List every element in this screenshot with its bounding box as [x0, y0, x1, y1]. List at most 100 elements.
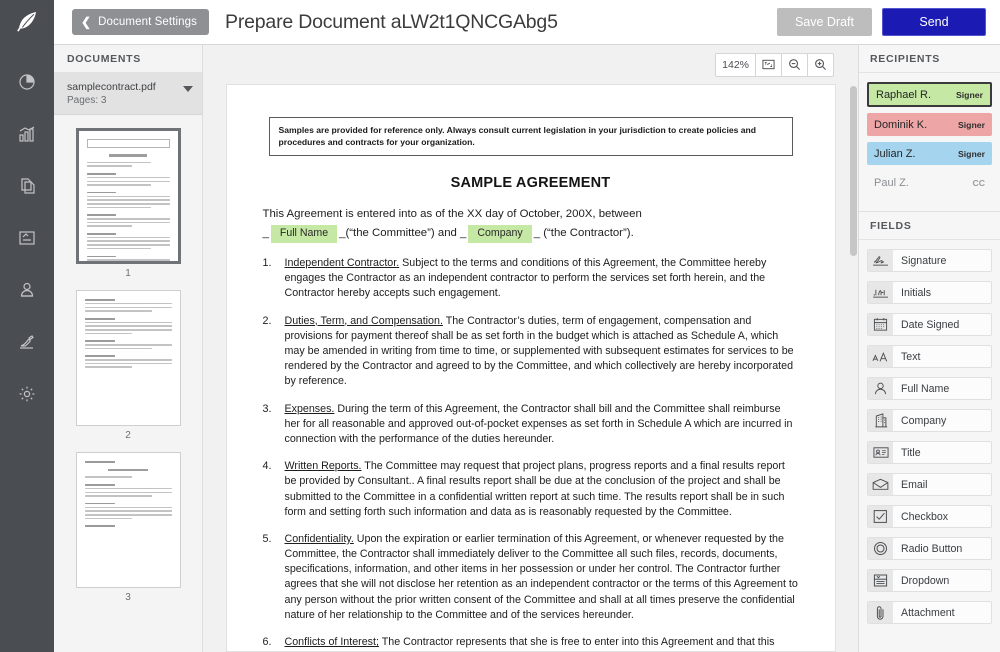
page-thumbnail-2[interactable] — [75, 290, 181, 427]
dashboard-pie-icon — [17, 72, 37, 92]
zoom-out-button[interactable] — [781, 52, 808, 77]
sidebar-item-templates[interactable] — [10, 221, 44, 255]
page-thumbnail-3[interactable] — [75, 452, 181, 589]
field-label: Date Signed — [901, 318, 960, 331]
recipients-list: Raphael R. Signer Dominik K. Signer Juli… — [859, 73, 1000, 212]
clause-text: Expenses. During the term of this Agreem… — [285, 402, 799, 448]
clause-number: 4. — [262, 460, 272, 473]
viewer-scrollbar[interactable] — [849, 84, 858, 652]
clause-body: During the term of this Agreement, the C… — [284, 402, 793, 445]
documents-panel: DOCUMENTS samplecontract.pdf Pages: 3 1 … — [54, 45, 203, 652]
thumbnail-preview-content — [86, 139, 170, 261]
page-thumbnail-1[interactable] — [75, 128, 181, 265]
field-chip-company[interactable]: Company — [468, 224, 532, 244]
dropdown-icon — [868, 570, 893, 591]
calendar-icon — [868, 314, 893, 335]
sidebar-item-signatures[interactable] — [10, 325, 44, 359]
document-settings-back-button[interactable]: ❮ Document Settings — [72, 9, 210, 35]
clause-heading: Independent Contractor. — [284, 257, 400, 270]
document-intro: This Agreement is entered into as of the… — [262, 206, 799, 244]
recipient-dominik-k[interactable]: Dominik K. Signer — [867, 113, 992, 136]
field-chip-full-name[interactable]: Full Name — [270, 224, 338, 244]
page-thumbnail-number: 1 — [125, 268, 131, 280]
field-text[interactable]: Text — [867, 345, 992, 368]
field-label: Dropdown — [901, 574, 950, 587]
field-dropdown[interactable]: Dropdown — [867, 569, 992, 592]
page-thumbnail-number: 2 — [125, 430, 131, 442]
document-page-1[interactable]: Samples are provided for reference only.… — [225, 84, 836, 652]
left-nav-rail — [0, 45, 54, 652]
field-email[interactable]: Email — [867, 473, 992, 496]
clause-text: Written Reports. The Committee may reque… — [285, 459, 799, 520]
field-signature[interactable]: Signature — [867, 249, 992, 272]
app-logo[interactable] — [0, 0, 54, 45]
intro-prefix: _ — [262, 227, 269, 240]
sidebar-item-contacts[interactable] — [10, 273, 44, 307]
clause-item: 6. Conflicts of Interest; The Contractor… — [263, 635, 799, 652]
viewer-scrollbar-thumb[interactable] — [850, 86, 857, 256]
clause-heading: Conflicts of Interest; — [284, 636, 379, 649]
recipients-header: RECIPIENTS — [859, 45, 1000, 73]
templates-icon — [17, 228, 37, 248]
recipient-paul-z[interactable]: Paul Z. CC — [867, 171, 992, 194]
recipient-julian-z[interactable]: Julian Z. Signer — [867, 142, 992, 165]
top-bar: ❮ Document Settings Prepare Document aLW… — [0, 0, 1000, 45]
sidebar-item-documents[interactable] — [10, 169, 44, 203]
page-thumbnail-item[interactable]: 2 — [54, 290, 202, 441]
sidebar-item-settings[interactable] — [10, 377, 44, 411]
fields-list: Signature Initials Date Signed Text Full… — [859, 240, 1000, 652]
clause-item: 3. Expenses. During the term of this Agr… — [263, 402, 799, 448]
document-canvas[interactable]: Samples are provided for reference only.… — [203, 84, 858, 652]
fit-to-screen-button[interactable] — [755, 52, 782, 77]
recipient-role: Signer — [955, 89, 983, 100]
clause-number: 1. — [262, 257, 272, 270]
chevron-down-icon[interactable] — [183, 86, 193, 92]
field-radio-button[interactable]: Radio Button — [867, 537, 992, 560]
recipient-name: Raphael R. — [876, 88, 932, 101]
clause-body: Upon the expiration or earlier terminati… — [284, 532, 798, 621]
intro-line-2: _ Full Name _(“the Committee”) and _ Com… — [262, 224, 799, 244]
send-button[interactable]: Send — [882, 8, 986, 36]
field-company[interactable]: Company — [867, 409, 992, 432]
person-icon — [868, 378, 893, 399]
page-thumbnail-list: 1 2 3 — [54, 115, 202, 652]
field-date-signed[interactable]: Date Signed — [867, 313, 992, 336]
viewer-toolbar: 142% — [203, 45, 858, 84]
field-label: Full Name — [901, 382, 950, 395]
sidebar-item-dashboard[interactable] — [10, 65, 44, 99]
save-draft-button[interactable]: Save Draft — [776, 8, 872, 36]
field-label: Company — [901, 414, 947, 427]
zoom-level-display[interactable]: 142% — [715, 52, 756, 77]
document-file-row[interactable]: samplecontract.pdf Pages: 3 — [54, 73, 202, 116]
field-checkbox[interactable]: Checkbox — [867, 505, 992, 528]
document-settings-label: Document Settings — [98, 16, 198, 28]
recipient-raphael-r[interactable]: Raphael R. Signer — [867, 82, 992, 107]
sidebar-item-reports[interactable] — [10, 117, 44, 151]
field-attachment[interactable]: Attachment — [867, 601, 992, 624]
clause-text: Independent Contractor. Subject to the t… — [285, 256, 799, 302]
zoom-in-button[interactable] — [807, 52, 834, 77]
field-full-name[interactable]: Full Name — [867, 377, 992, 400]
recipient-name: Dominik K. — [874, 118, 928, 131]
page-thumbnail-item[interactable]: 1 — [54, 128, 202, 279]
clause-text: Duties, Term, and Compensation. The Cont… — [285, 314, 799, 390]
field-label: Radio Button — [901, 542, 963, 555]
documents-copy-icon — [17, 176, 37, 196]
field-initials[interactable]: Initials — [867, 281, 992, 304]
zoom-in-icon — [814, 58, 827, 71]
clause-number: 5. — [262, 532, 272, 545]
clause-heading: Confidentiality. — [284, 532, 354, 545]
clause-heading: Expenses. — [284, 402, 335, 415]
page-thumbnail-item[interactable]: 3 — [54, 452, 202, 603]
field-title[interactable]: Title — [867, 441, 992, 464]
document-clause-list: 1. Independent Contractor. Subject to th… — [263, 256, 799, 652]
clause-number: 2. — [262, 314, 272, 327]
thumbnail-preview-content — [84, 299, 172, 370]
clause-item: 1. Independent Contractor. Subject to th… — [263, 256, 799, 302]
settings-gear-icon — [17, 384, 37, 404]
field-label: Title — [901, 446, 921, 459]
recipient-name: Paul Z. — [874, 176, 909, 189]
clause-text: Confidentiality. Upon the expiration or … — [285, 532, 799, 623]
zoom-out-icon — [788, 58, 801, 71]
main-body: DOCUMENTS samplecontract.pdf Pages: 3 1 … — [0, 45, 1000, 652]
